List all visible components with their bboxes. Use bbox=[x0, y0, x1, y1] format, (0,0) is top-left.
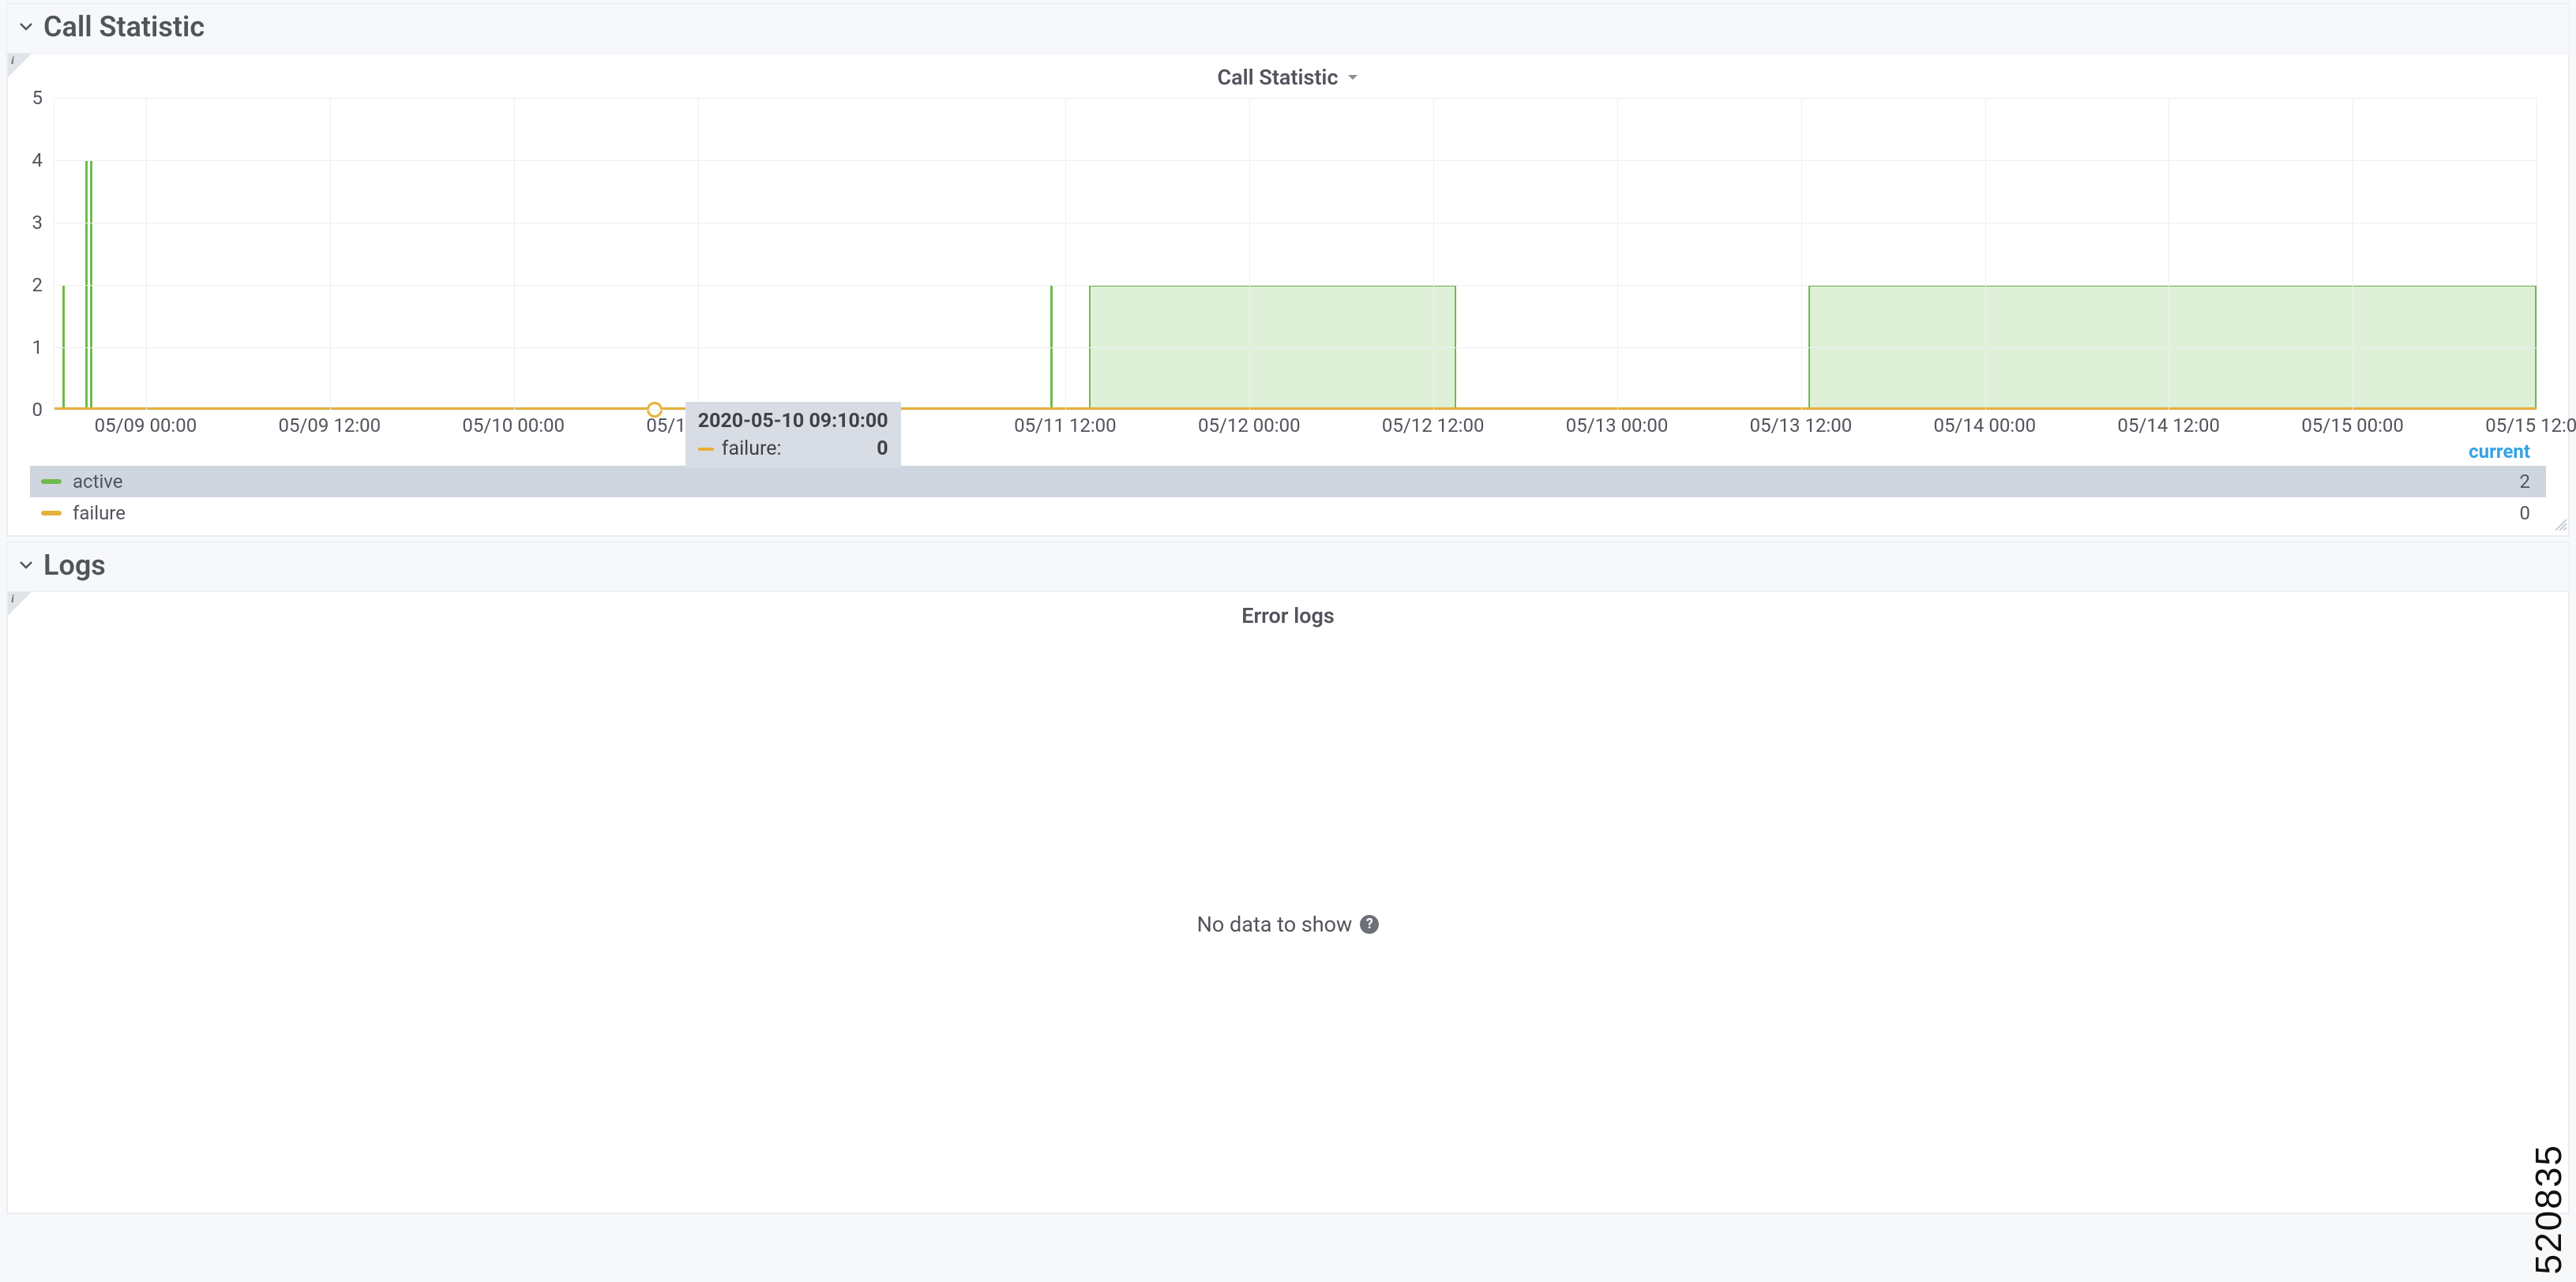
legend-row-active[interactable]: active 2 bbox=[30, 466, 2546, 497]
plot-area bbox=[54, 98, 2537, 410]
info-icon[interactable] bbox=[8, 592, 32, 616]
legend-name-failure: failure bbox=[73, 502, 2520, 524]
legend-swatch-failure bbox=[41, 511, 62, 515]
x-tick: 05/10 00:00 bbox=[462, 414, 565, 437]
chart-tooltip: 2020-05-10 09:10:00 failure: 0 bbox=[685, 402, 901, 468]
logs-title-text: Error logs bbox=[1241, 603, 1335, 628]
chevron-down-icon bbox=[18, 19, 34, 35]
section-header-logs[interactable]: Logs bbox=[7, 542, 2569, 591]
legend-swatch-active bbox=[41, 479, 62, 484]
v-gridline bbox=[1433, 98, 1434, 410]
x-axis: 05/09 00:0005/09 12:0005/10 00:0005/10 1… bbox=[54, 410, 2537, 437]
y-tick: 0 bbox=[32, 399, 43, 421]
logs-empty-state: No data to show ? bbox=[8, 636, 2568, 1213]
x-tick: 05/15 00:00 bbox=[2301, 414, 2404, 437]
v-gridline bbox=[1985, 98, 1986, 410]
chevron-down-icon bbox=[18, 557, 34, 573]
chart-legend: current active 2 failure 0 bbox=[30, 440, 2546, 529]
v-gridline bbox=[1065, 98, 1066, 410]
series-layer bbox=[54, 98, 2537, 410]
h-gridline bbox=[54, 347, 2537, 348]
x-tick: 05/14 00:00 bbox=[1934, 414, 2037, 437]
help-icon[interactable]: ? bbox=[1360, 915, 1379, 934]
y-tick: 3 bbox=[32, 212, 43, 234]
h-gridline bbox=[54, 285, 2537, 286]
tooltip-series-name: failure: bbox=[722, 437, 782, 460]
section-call-statistic: Call Statistic Call Statistic 0 1 2 3 4 5 bbox=[6, 3, 2570, 537]
x-tick: 05/12 00:00 bbox=[1198, 414, 1301, 437]
legend-value-active: 2 bbox=[2520, 470, 2536, 493]
v-gridline bbox=[514, 98, 515, 410]
section-title: Logs bbox=[43, 549, 106, 582]
resize-handle-icon[interactable] bbox=[2555, 519, 2567, 534]
h-gridline bbox=[54, 98, 2537, 99]
doc-number: 520835 bbox=[2527, 1144, 2570, 1275]
tooltip-series-swatch bbox=[698, 448, 714, 451]
info-icon[interactable] bbox=[8, 54, 32, 77]
section-title: Call Statistic bbox=[43, 10, 205, 43]
y-tick: 5 bbox=[32, 87, 43, 109]
logs-empty-text: No data to show bbox=[1197, 912, 1353, 937]
legend-value-failure: 0 bbox=[2520, 502, 2536, 524]
x-tick: 05/11 12:00 bbox=[1014, 414, 1117, 437]
v-gridline bbox=[330, 98, 331, 410]
chart-panel: Call Statistic 0 1 2 3 4 5 05/09 00:00 05/09 1… bbox=[7, 53, 2569, 536]
x-tick: 05/13 12:00 bbox=[1750, 414, 1853, 437]
chart-area[interactable]: 012345 05/09 00:0005/09 12:0005/10 00:00… bbox=[22, 98, 2537, 437]
caret-down-icon bbox=[1346, 71, 1359, 84]
x-tick: 05/13 00:00 bbox=[1566, 414, 1669, 437]
v-gridline bbox=[1249, 98, 1250, 410]
chart-title-dropdown[interactable]: Call Statistic bbox=[1217, 65, 1358, 90]
y-tick: 4 bbox=[32, 149, 43, 171]
section-logs: Logs Error logs No data to show ? bbox=[6, 542, 2570, 1214]
h-gridline bbox=[54, 160, 2537, 161]
tooltip-timestamp: 2020-05-10 09:10:00 bbox=[698, 410, 888, 433]
x-tick: 05/15 12:00 bbox=[2485, 414, 2576, 437]
v-gridline bbox=[146, 98, 147, 410]
chart-title-text: Call Statistic bbox=[1217, 65, 1338, 90]
legend-current-header: current bbox=[30, 440, 2546, 466]
y-tick: 2 bbox=[32, 274, 43, 296]
legend-name-active: active bbox=[73, 470, 2520, 493]
v-gridline bbox=[1801, 98, 1802, 410]
y-axis: 012345 bbox=[22, 98, 46, 410]
logs-panel-title: Error logs bbox=[1241, 603, 1335, 628]
tooltip-value: 0 bbox=[790, 437, 888, 460]
y-tick: 1 bbox=[32, 336, 43, 358]
logs-panel: Error logs No data to show ? bbox=[7, 591, 2569, 1213]
x-tick: 05/14 12:00 bbox=[2117, 414, 2220, 437]
v-gridline bbox=[1617, 98, 1618, 410]
x-tick: 05/12 12:00 bbox=[1382, 414, 1485, 437]
legend-row-failure[interactable]: failure 0 bbox=[30, 497, 2546, 529]
x-tick: 05/09 00:00 bbox=[95, 414, 197, 437]
x-tick: 05/09 12:00 bbox=[279, 414, 381, 437]
section-header-call-stat[interactable]: Call Statistic bbox=[7, 4, 2569, 53]
v-gridline bbox=[698, 98, 699, 410]
